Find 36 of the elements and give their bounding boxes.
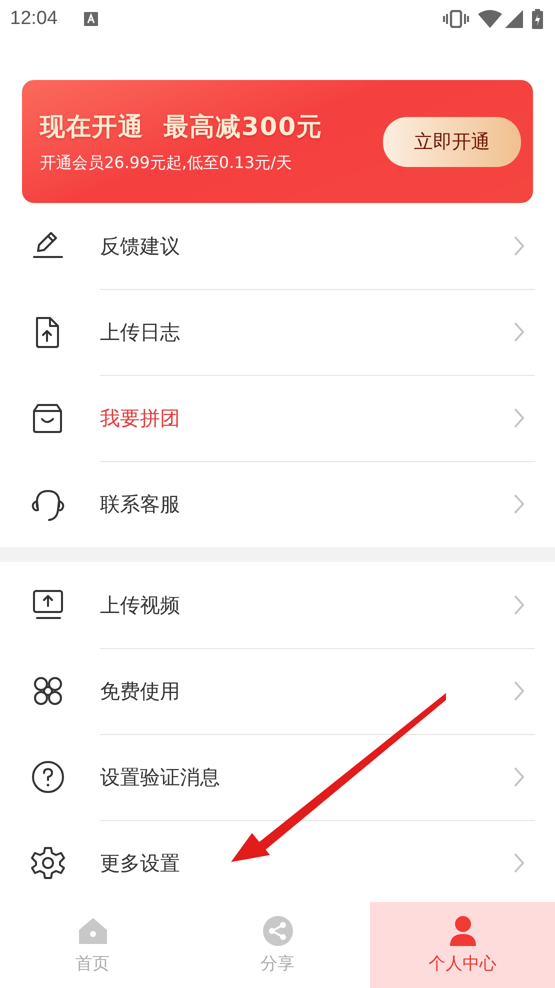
- chevron-right-icon: [513, 594, 525, 616]
- settings-icon: [31, 846, 65, 880]
- upload-screen-icon: [31, 588, 65, 622]
- menu-item[interactable]: 设置验证消息: [0, 734, 555, 820]
- menu-item[interactable]: 反馈建议: [0, 203, 555, 289]
- promo-subtitle: 开通会员26.99元起,低至0.13元/天: [40, 152, 293, 174]
- chevron-right-icon: [513, 321, 525, 343]
- vibrate-icon: [443, 10, 469, 28]
- share-icon: [262, 916, 292, 946]
- signal-icon: [505, 10, 523, 28]
- headset-icon: [31, 487, 65, 521]
- menu-item[interactable]: 免费使用: [0, 648, 555, 734]
- chevron-right-icon: [513, 766, 525, 788]
- person-icon: [448, 916, 478, 946]
- flower-icon: [31, 674, 65, 708]
- tab-label: 分享: [260, 952, 294, 974]
- chevron-right-icon: [513, 493, 525, 515]
- home-icon: [78, 916, 108, 946]
- chevron-right-icon: [513, 235, 525, 257]
- notification-icon: [84, 12, 98, 26]
- chevron-right-icon: [513, 852, 525, 874]
- tab-label: 个人中心: [428, 952, 496, 974]
- menu-item[interactable]: 我要拼团: [0, 375, 555, 461]
- promo-title: 现在开通 最高减300元: [40, 110, 324, 142]
- clock-time: 12:04: [10, 8, 58, 30]
- menu-item[interactable]: 联系客服: [0, 461, 555, 547]
- wifi-icon: [478, 10, 502, 28]
- menu-item[interactable]: 上传日志: [0, 289, 555, 375]
- help-icon: [31, 760, 65, 794]
- menu-item[interactable]: 上传视频: [0, 562, 555, 648]
- activate-button[interactable]: 立即开通: [383, 116, 521, 166]
- shopping-bag-icon: [31, 401, 65, 435]
- tab-label: 首页: [76, 952, 110, 974]
- chevron-right-icon: [513, 407, 525, 429]
- battery-icon: [532, 9, 543, 29]
- chevron-right-icon: [513, 680, 525, 702]
